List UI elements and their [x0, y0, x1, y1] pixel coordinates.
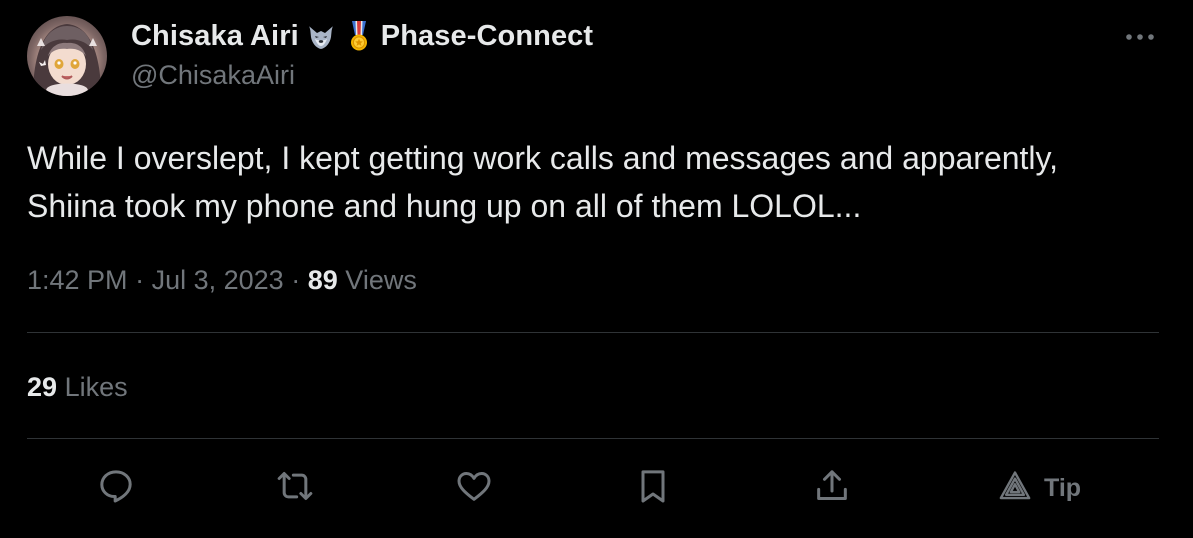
retweet-icon — [275, 466, 315, 511]
bookmark-button[interactable] — [631, 466, 675, 510]
more-options-icon[interactable] — [1121, 24, 1159, 50]
divider — [27, 332, 1159, 333]
tip-label: Tip — [1044, 473, 1082, 502]
likes-stat[interactable]: 29 Likes — [27, 369, 128, 405]
wolf-face-icon — [305, 20, 337, 52]
share-icon — [812, 466, 852, 511]
tip-icon — [998, 469, 1032, 508]
author-handle[interactable]: @ChisakaAiri — [131, 60, 295, 91]
tweet-detail: Chisaka Airi Phase-Connect @ChisakaAiri … — [0, 0, 1193, 538]
tweet-text: While I overslept, I kept getting work c… — [27, 134, 1177, 230]
retweet-button[interactable] — [273, 466, 317, 510]
views-label: Views — [345, 265, 417, 295]
tweet-date[interactable]: Jul 3, 2023 — [152, 265, 284, 295]
likes-count: 29 — [27, 372, 58, 402]
author-affiliation[interactable]: Phase-Connect — [381, 20, 593, 53]
share-button[interactable] — [810, 466, 854, 510]
tweet-text-line: Shiina took my phone and hung up on all … — [27, 188, 862, 224]
tweet-metadata: 1:42 PM · Jul 3, 2023 · 89 Views — [27, 262, 417, 298]
author-name-row: Chisaka Airi Phase-Connect — [131, 19, 593, 53]
meta-separator: · — [291, 265, 301, 295]
tip-button[interactable]: Tip — [998, 468, 1081, 508]
like-icon — [454, 466, 494, 511]
reply-icon — [96, 466, 136, 511]
views-count: 89 — [307, 265, 338, 295]
bookmark-icon — [633, 466, 673, 511]
tweet-time[interactable]: 1:42 PM — [27, 265, 128, 295]
tweet-text-line: While I overslept, I kept getting work c… — [27, 140, 1059, 176]
reply-button[interactable] — [94, 466, 138, 510]
likes-label: Likes — [64, 372, 128, 402]
meta-separator: · — [135, 265, 145, 295]
military-medal-icon — [343, 20, 375, 52]
divider — [27, 438, 1159, 439]
avatar[interactable] — [27, 16, 107, 96]
author-display-name[interactable]: Chisaka Airi — [131, 20, 299, 53]
like-button[interactable] — [452, 466, 496, 510]
